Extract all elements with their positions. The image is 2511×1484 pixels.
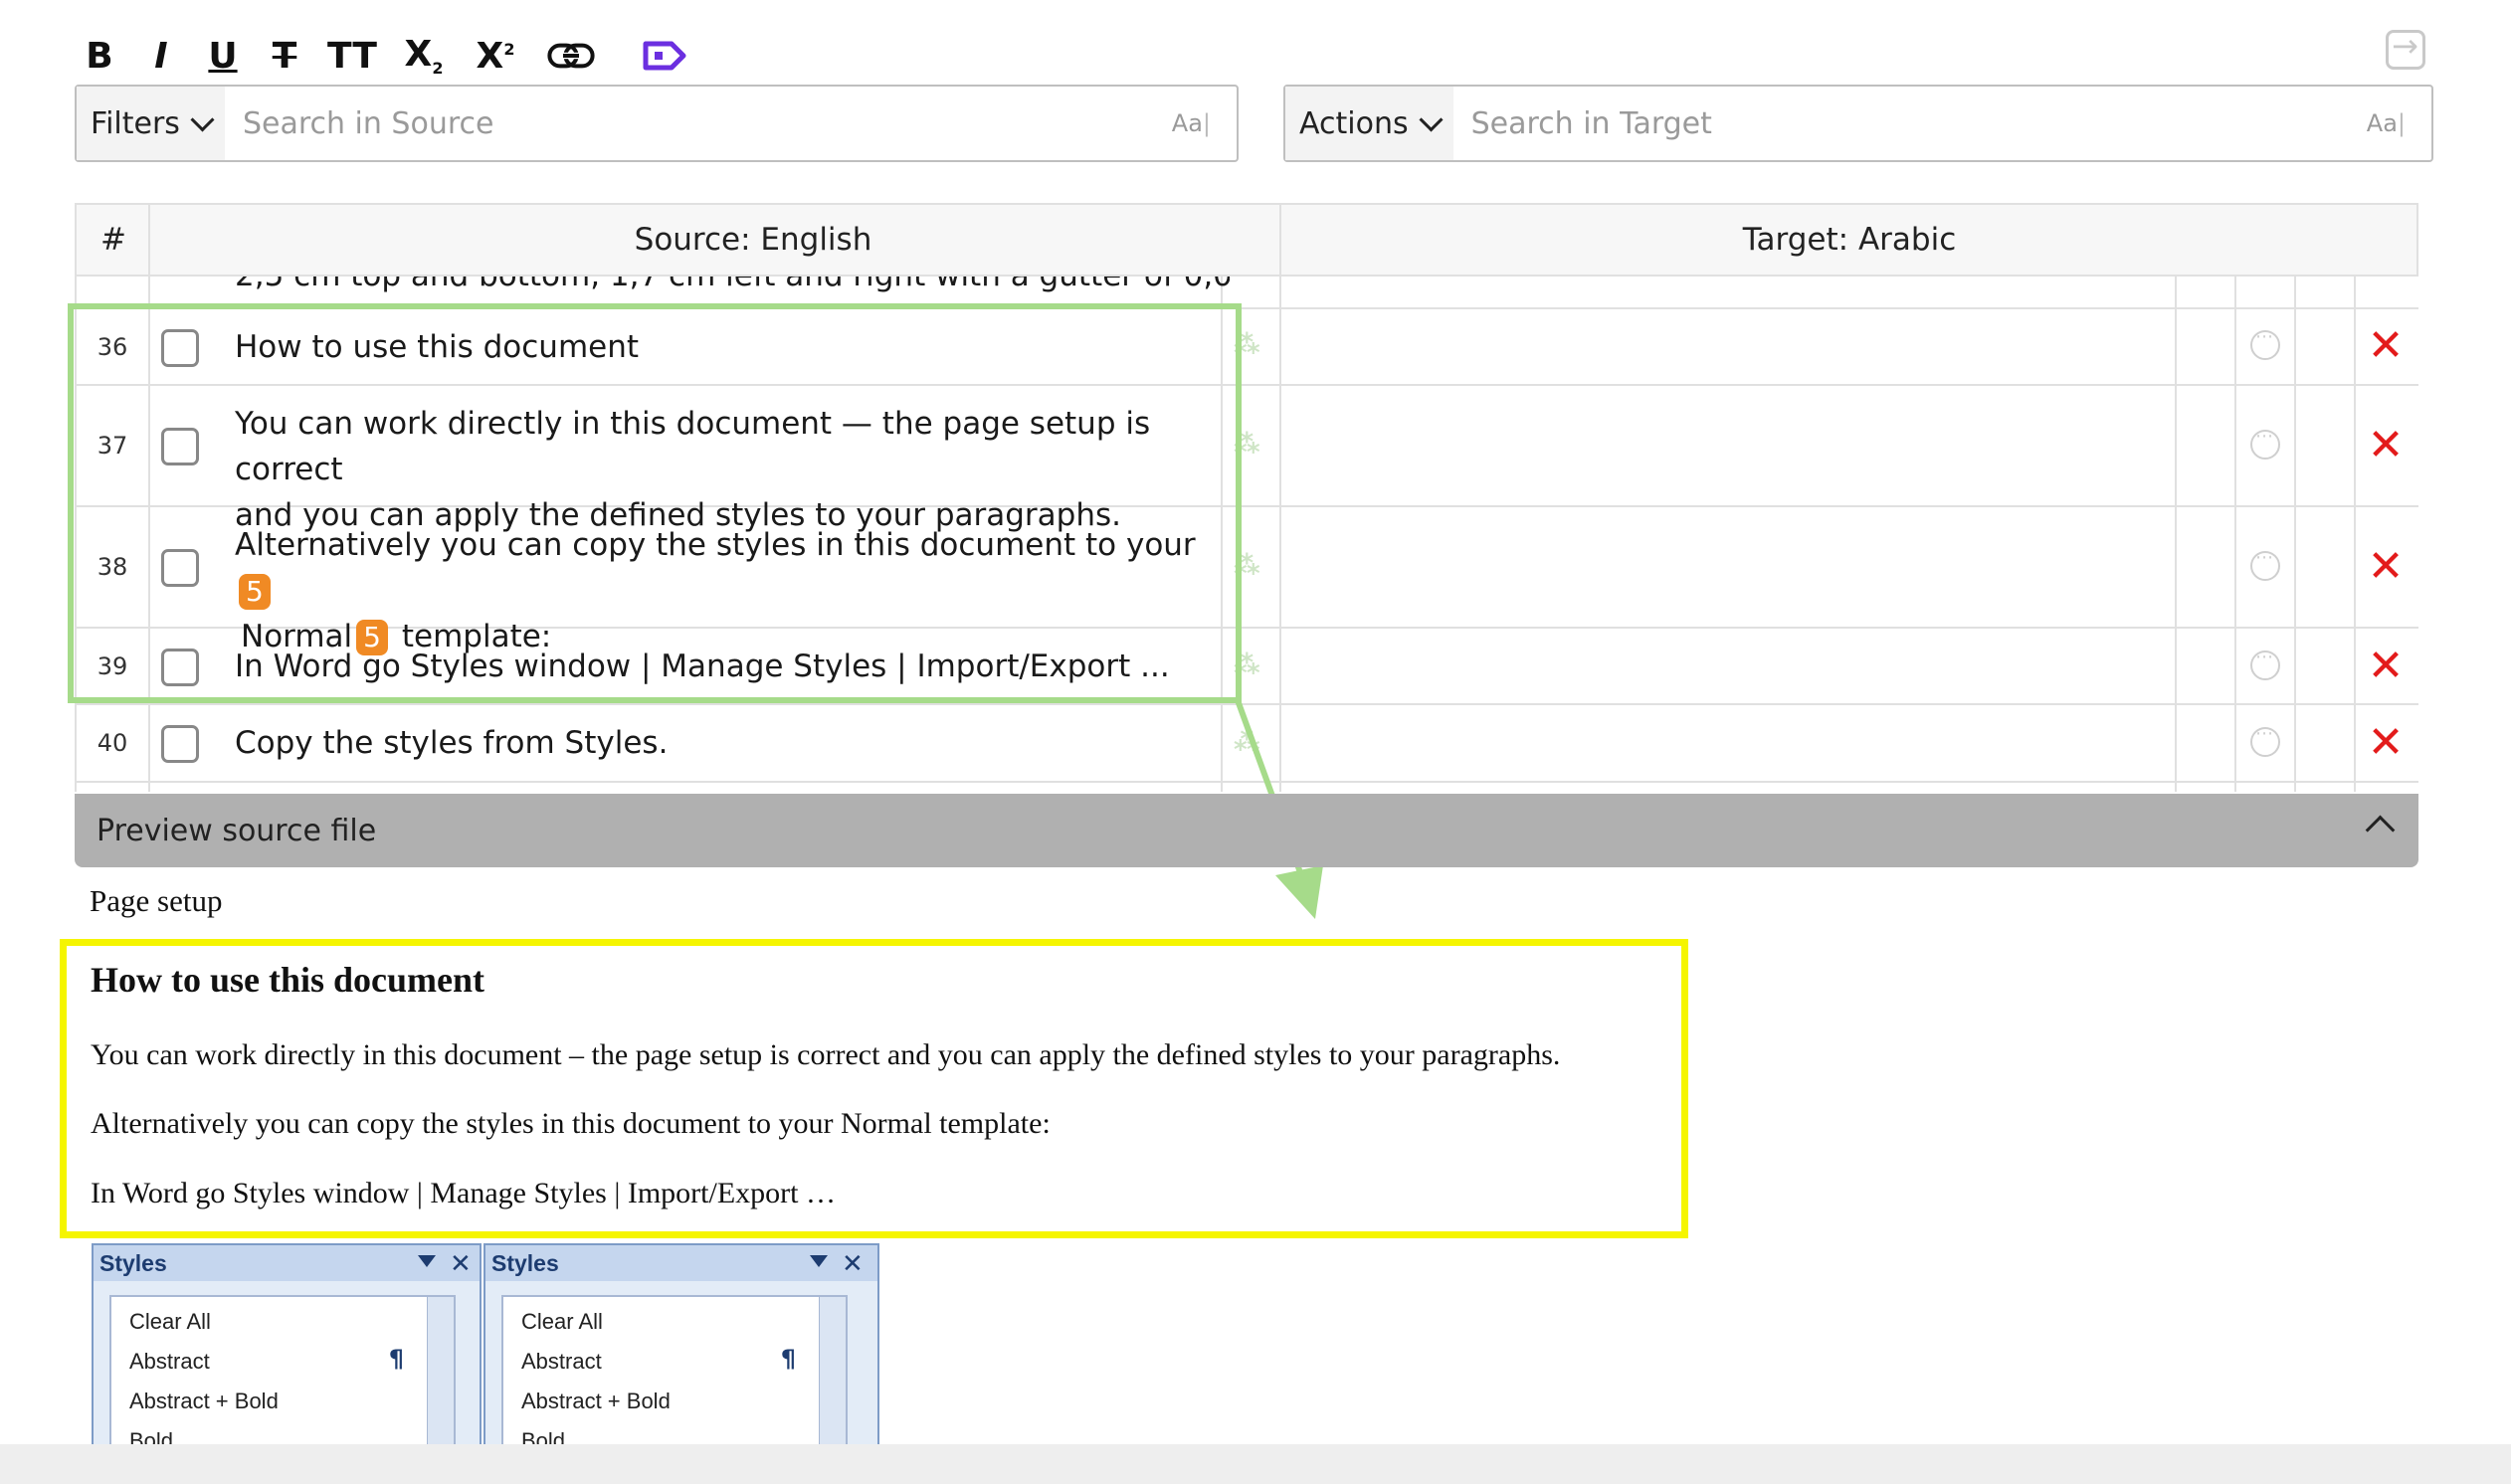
document-heading: How to use this document: [91, 960, 485, 1000]
scrollbar: [427, 1297, 454, 1445]
text-size-button[interactable]: TT: [327, 32, 377, 80]
source-search-bar: Filters Aa|: [75, 85, 1239, 162]
match-case-icon[interactable]: Aa |: [1172, 87, 1237, 160]
column-source: Source: English: [634, 222, 872, 258]
chevron-down-icon: [190, 106, 215, 132]
partial-row: 2,5 cm top and bottom, 1,7 cm left and r…: [235, 277, 1230, 298]
column-number: #: [100, 222, 126, 258]
subscript-icon: X2: [404, 33, 444, 79]
italic-button[interactable]: I: [137, 32, 185, 80]
target-search-input[interactable]: [1452, 87, 2367, 160]
comment-icon[interactable]: [2250, 723, 2280, 757]
grid-line: [2294, 275, 2296, 792]
superscript-icon: X2: [476, 35, 515, 77]
close-icon: ✕: [450, 1248, 472, 1278]
horizontal-scrollbar[interactable]: [0, 1444, 2511, 1484]
comment-icon[interactable]: [2250, 647, 2280, 680]
source-segment[interactable]: Copy the styles from Styles.: [235, 720, 1230, 766]
tag-button[interactable]: [641, 32, 688, 80]
delete-icon[interactable]: ✕: [2366, 324, 2406, 368]
link-icon: [547, 43, 595, 69]
highlight-box-green: [68, 303, 1242, 703]
filters-dropdown[interactable]: Filters: [77, 87, 225, 160]
styles-panel-image: Styles ✕ Clear All Abstract Abstract + Bo…: [92, 1243, 482, 1453]
delete-icon[interactable]: ✕: [2366, 424, 2406, 467]
grid-line: [2234, 275, 2236, 792]
match-case-icon[interactable]: Aa |: [2367, 87, 2431, 160]
bold-icon: B: [86, 35, 113, 77]
link-button[interactable]: [547, 32, 595, 80]
grid-line: [2354, 275, 2356, 792]
text-size-icon: TT: [327, 35, 377, 77]
document-paragraph: You can work directly in this document –…: [91, 1038, 1561, 1071]
tag-icon: [643, 41, 686, 71]
styles-panel-image: Styles ✕ Clear All Abstract Abstract + Bo…: [483, 1243, 879, 1453]
underline-button[interactable]: U: [199, 32, 247, 80]
comment-icon[interactable]: [2250, 326, 2280, 360]
dropdown-triangle-icon: [418, 1255, 436, 1267]
row-number: 40: [97, 729, 128, 757]
chevron-down-icon: [1419, 106, 1444, 132]
comment-icon[interactable]: [2250, 426, 2280, 460]
italic-icon: I: [154, 35, 168, 77]
table-header: # Source: English Target: Arabic: [75, 203, 2418, 277]
comment-icon[interactable]: [2250, 547, 2280, 581]
pilcrow-icon: ¶: [388, 1345, 404, 1373]
page-setup-text: Page setup: [90, 883, 223, 918]
exit-icon[interactable]: [2386, 27, 2425, 70]
subscript-button[interactable]: X2: [400, 32, 448, 80]
strikethrough-icon: T: [272, 35, 297, 77]
superscript-button[interactable]: X2: [472, 32, 519, 80]
target-search-bar: Actions Aa|: [1283, 85, 2433, 162]
document-paragraph: Alternatively you can copy the styles in…: [91, 1107, 1051, 1140]
dropdown-triangle-icon: [810, 1255, 828, 1267]
underline-icon: U: [208, 35, 238, 77]
actions-dropdown[interactable]: Actions: [1285, 87, 1453, 160]
close-icon: ✕: [842, 1248, 864, 1278]
document-paragraph: In Word go Styles window | Manage Styles…: [91, 1177, 836, 1209]
delete-icon[interactable]: ✕: [2366, 721, 2406, 765]
delete-icon[interactable]: ✕: [2366, 645, 2406, 688]
row-checkbox[interactable]: [161, 725, 199, 763]
delete-icon[interactable]: ✕: [2366, 545, 2406, 589]
grid-line: [2175, 275, 2177, 792]
pilcrow-icon: ¶: [780, 1345, 796, 1373]
source-search-input[interactable]: [224, 87, 1172, 160]
chevron-up-icon[interactable]: [2365, 815, 2396, 845]
column-target: Target: Arabic: [1742, 222, 1957, 258]
scrollbar: [819, 1297, 846, 1445]
preview-source-toggle[interactable]: Preview source file: [75, 794, 2418, 867]
bold-button[interactable]: B: [76, 32, 123, 80]
strikethrough-button[interactable]: T: [261, 32, 308, 80]
